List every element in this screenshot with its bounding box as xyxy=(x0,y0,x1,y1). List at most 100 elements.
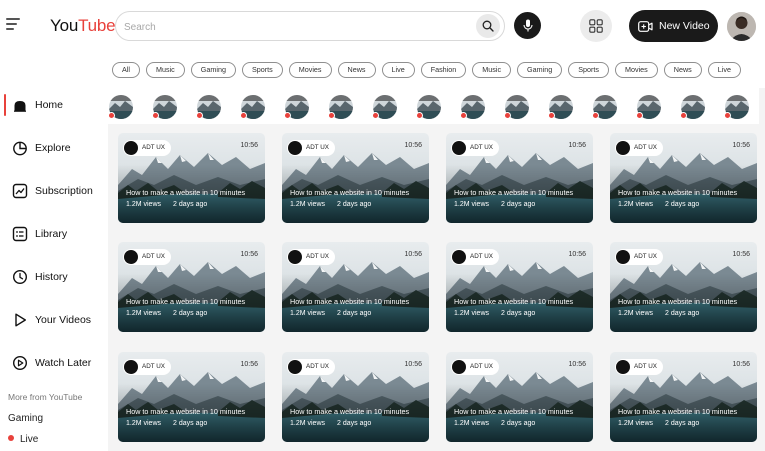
story-avatar[interactable] xyxy=(196,95,221,119)
sidebar-item-label: Watch Later xyxy=(35,357,92,369)
video-views: 1.2M views xyxy=(126,420,162,427)
sidebar: Home Explore Subscription Library Histor… xyxy=(0,87,108,451)
sidebar-item-library[interactable]: Library xyxy=(0,219,108,249)
channel-badge[interactable]: ADT UX xyxy=(123,359,171,375)
chip-music[interactable]: Music xyxy=(472,62,512,78)
video-card[interactable]: ADT UX 10:56 How to make a website in 10 m… xyxy=(118,352,265,442)
story-avatar[interactable] xyxy=(724,95,749,119)
video-duration: 10:56 xyxy=(240,361,258,368)
user-avatar[interactable] xyxy=(727,12,756,41)
video-card[interactable]: ADT UX 10:56 How to make a website in 10 m… xyxy=(610,133,757,223)
menu-icon[interactable] xyxy=(6,17,22,31)
channel-badge[interactable]: ADT UX xyxy=(615,140,663,156)
video-card[interactable]: ADT UX 10:56 How to make a website in 10 m… xyxy=(610,352,757,442)
scrollbar[interactable] xyxy=(759,88,765,451)
story-avatar[interactable] xyxy=(372,95,397,119)
chip-live[interactable]: Live xyxy=(381,62,415,78)
video-card[interactable]: ADT UX 10:56 How to make a website in 10 m… xyxy=(446,352,593,442)
video-views: 1.2M views xyxy=(290,201,326,208)
search-button[interactable] xyxy=(476,14,500,38)
video-age: 2 days ago xyxy=(501,420,536,427)
video-title: How to make a website in 10 minutes xyxy=(618,407,738,416)
video-views: 1.2M views xyxy=(618,201,654,208)
chip-live[interactable]: Live xyxy=(707,62,741,78)
live-indicator-icon xyxy=(240,112,247,119)
story-avatar[interactable] xyxy=(636,95,661,119)
story-avatar[interactable] xyxy=(460,95,485,119)
sidebar-item-explore[interactable]: Explore xyxy=(0,133,108,163)
channel-name: ADT UX xyxy=(306,144,329,151)
channel-name: ADT UX xyxy=(470,363,493,370)
sidebar-item-subscription[interactable]: Subscription xyxy=(0,176,108,206)
story-avatar[interactable] xyxy=(152,95,177,119)
category-chips: All Music Gaming Sports Movies News Live Fashio… xyxy=(112,62,765,78)
youtube-logo[interactable]: YouTube xyxy=(50,16,116,36)
channel-badge[interactable]: ADT UX xyxy=(287,249,335,265)
video-age: 2 days ago xyxy=(337,201,372,208)
chip-news[interactable]: News xyxy=(663,62,702,78)
video-meta: 1.2M views 2 days ago xyxy=(126,201,207,208)
video-title: How to make a website in 10 minutes xyxy=(454,407,574,416)
sidebar-item-watch-later[interactable]: Watch Later xyxy=(0,348,108,378)
logo-tube-text: Tube xyxy=(78,16,116,35)
channel-badge[interactable]: ADT UX xyxy=(451,140,499,156)
story-avatar[interactable] xyxy=(548,95,573,119)
channel-name: ADT UX xyxy=(634,363,657,370)
story-avatar[interactable] xyxy=(240,95,265,119)
sidebar-item-your-videos[interactable]: Your Videos xyxy=(0,305,108,335)
video-card[interactable]: ADT UX 10:56 How to make a website in 10 m… xyxy=(282,352,429,442)
video-card[interactable]: ADT UX 10:56 How to make a website in 10 m… xyxy=(610,242,757,332)
channel-badge[interactable]: ADT UX xyxy=(287,359,335,375)
channel-badge[interactable]: ADT UX xyxy=(451,249,499,265)
chip-gaming[interactable]: Gaming xyxy=(517,62,563,78)
channel-name: ADT UX xyxy=(142,144,165,151)
video-card[interactable]: ADT UX 10:56 How to make a website in 10 m… xyxy=(446,242,593,332)
chip-fashion[interactable]: Fashion xyxy=(420,62,467,78)
channel-avatar xyxy=(452,141,466,155)
video-title: How to make a website in 10 minutes xyxy=(290,188,410,197)
sidebar-item-gaming[interactable]: Gaming xyxy=(8,413,43,424)
live-indicator-icon xyxy=(680,112,687,119)
video-card[interactable]: ADT UX 10:56 How to make a website in 10 m… xyxy=(282,133,429,223)
video-views: 1.2M views xyxy=(126,201,162,208)
story-avatar[interactable] xyxy=(108,95,133,119)
chip-movies[interactable]: Movies xyxy=(615,62,658,78)
channel-badge[interactable]: ADT UX xyxy=(615,359,663,375)
channel-badge[interactable]: ADT UX xyxy=(451,359,499,375)
video-duration: 10:56 xyxy=(568,251,586,258)
chip-music[interactable]: Music xyxy=(146,62,185,78)
video-views: 1.2M views xyxy=(454,310,490,317)
new-video-button[interactable]: New Video xyxy=(629,10,718,42)
sidebar-item-live[interactable]: Live xyxy=(8,434,38,445)
chip-sports[interactable]: Sports xyxy=(241,62,283,78)
video-card[interactable]: ADT UX 10:56 How to make a website in 10 m… xyxy=(446,133,593,223)
video-card[interactable]: ADT UX 10:56 How to make a website in 10 m… xyxy=(118,242,265,332)
story-avatar[interactable] xyxy=(416,95,441,119)
search-input[interactable] xyxy=(124,18,464,36)
channel-badge[interactable]: ADT UX xyxy=(615,249,663,265)
video-views: 1.2M views xyxy=(618,310,654,317)
chip-sports[interactable]: Sports xyxy=(568,62,609,78)
sidebar-item-home[interactable]: Home xyxy=(0,90,108,120)
chip-all[interactable]: All xyxy=(112,62,140,78)
story-avatar[interactable] xyxy=(592,95,617,119)
story-avatar[interactable] xyxy=(504,95,529,119)
video-card[interactable]: ADT UX 10:56 How to make a website in 10 m… xyxy=(282,242,429,332)
story-avatar[interactable] xyxy=(284,95,309,119)
chip-gaming[interactable]: Gaming xyxy=(190,62,236,78)
video-age: 2 days ago xyxy=(665,420,700,427)
chip-news[interactable]: News xyxy=(337,62,376,78)
channel-badge[interactable]: ADT UX xyxy=(287,140,335,156)
story-avatar[interactable] xyxy=(680,95,705,119)
channel-name: ADT UX xyxy=(306,363,329,370)
story-avatar[interactable] xyxy=(328,95,353,119)
apps-button[interactable] xyxy=(580,10,612,42)
sidebar-item-history[interactable]: History xyxy=(0,262,108,292)
video-title: How to make a website in 10 minutes xyxy=(126,297,246,306)
voice-search-button[interactable] xyxy=(514,12,541,39)
video-card[interactable]: ADT UX 10:56 How to make a website in 10 m… xyxy=(118,133,265,223)
live-indicator-icon xyxy=(108,112,115,119)
channel-badge[interactable]: ADT UX xyxy=(123,140,171,156)
channel-badge[interactable]: ADT UX xyxy=(123,249,171,265)
chip-movies[interactable]: Movies xyxy=(288,62,332,78)
